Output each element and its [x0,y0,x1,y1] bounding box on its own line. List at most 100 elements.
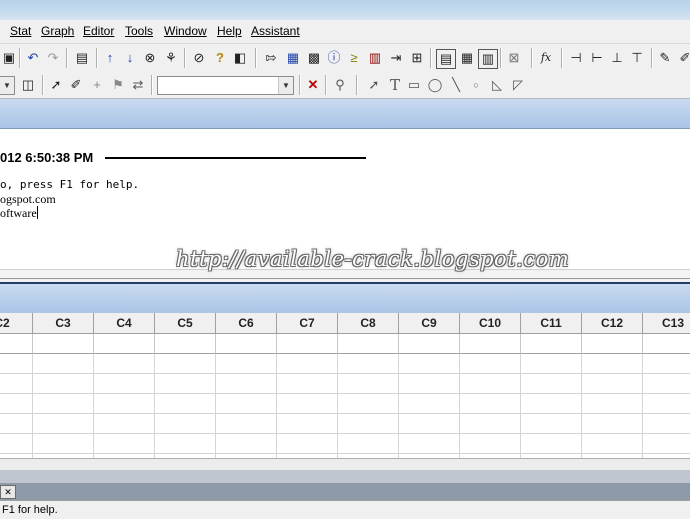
worksheet-cell[interactable] [521,434,582,454]
worksheet-cell[interactable] [216,394,277,414]
polyline-tool-icon[interactable]: ◺ [488,76,506,94]
select-pointer-icon[interactable]: ➚ [47,76,65,94]
column-name-cell[interactable] [216,334,277,354]
worksheet-cell[interactable] [460,414,521,434]
worksheet-cell[interactable] [399,434,460,454]
close-icon[interactable]: ✕ [0,485,16,499]
worksheet-cell[interactable] [521,394,582,414]
down-arrow-icon[interactable]: ↓ [121,49,139,67]
session-window-title-bar[interactable] [0,99,690,129]
worksheet-cell[interactable] [216,414,277,434]
menu-help[interactable]: Help [217,24,242,38]
worksheet-cell[interactable] [460,394,521,414]
edit-last-dialog-icon[interactable]: ▤ [73,49,91,67]
worksheet-grid[interactable]: C2C3C4C5C6C7C8C9C10C11C12C13 [0,313,690,458]
column-header[interactable]: C4 [94,313,155,334]
column-name-cell[interactable] [155,334,216,354]
polygon-tool-icon[interactable]: ◸ [509,76,527,94]
menu-graph[interactable]: Graph [41,24,74,38]
print-icon[interactable]: ▣ [0,49,18,67]
show-worksheets-icon[interactable]: ▦ [458,49,476,67]
worksheet-cell[interactable] [94,394,155,414]
show-session-icon[interactable]: ▤ [436,49,456,69]
worksheet-cell[interactable] [338,394,399,414]
worksheet-cell[interactable] [582,394,643,414]
help-icon[interactable]: ? [211,49,229,67]
worksheet-cell[interactable] [155,354,216,374]
flag-icon[interactable]: ⚑ [109,76,127,94]
column-name-cell[interactable] [460,334,521,354]
column-header[interactable]: C12 [582,313,643,334]
worksheet-cell[interactable] [338,434,399,454]
worksheet-cell[interactable] [0,414,33,434]
session-window-icon[interactable]: ⇰ [262,49,280,67]
column-header[interactable]: C6 [216,313,277,334]
worksheet-cell[interactable] [338,354,399,374]
worksheet-cell[interactable] [643,394,690,414]
column-header[interactable]: C8 [338,313,399,334]
brush-icon[interactable]: ✎ [656,49,674,67]
column-name-cell[interactable] [33,334,94,354]
worksheet-icon[interactable]: ▦ [284,49,302,67]
delete-icon[interactable]: ✕ [304,76,322,94]
zoom-icon[interactable]: ⚲ [331,76,349,94]
worksheet-cell[interactable] [338,374,399,394]
move-columns-icon[interactable]: ⊤ [628,49,646,67]
menu-assistant[interactable]: Assistant [251,24,300,38]
worksheet-cell[interactable] [399,374,460,394]
insert-rows-icon[interactable]: ⊢ [588,49,606,67]
cancel-icon[interactable]: ⊘ [190,49,208,67]
menu-stat[interactable]: Stat [10,24,31,38]
worksheet-cell[interactable] [94,374,155,394]
worksheet-cell[interactable] [216,434,277,454]
worksheet-cell[interactable] [155,434,216,454]
worksheet-cell[interactable] [643,354,690,374]
worksheet-cell[interactable] [643,434,690,454]
stat-guide-icon[interactable]: ◧ [231,49,249,67]
worksheet-cell[interactable] [582,374,643,394]
insert-cells-icon[interactable]: ⊣ [567,49,585,67]
worksheet-cell[interactable] [399,354,460,374]
menu-window[interactable]: Window [164,24,207,38]
worksheet-cell[interactable] [460,434,521,454]
show-graphs-icon[interactable]: ▥ [478,49,498,69]
worksheet-cell[interactable] [582,414,643,434]
find-replace-icon[interactable]: ⚘ [162,49,180,67]
calculator-icon[interactable]: fx [537,49,555,67]
marker-tool-icon[interactable]: ○ [467,76,485,94]
report-pad-icon[interactable]: ▥ [366,49,384,67]
worksheet-cell[interactable] [521,374,582,394]
worksheet-cell[interactable] [460,354,521,374]
column-header[interactable]: C9 [399,313,460,334]
column-header[interactable]: C10 [460,313,521,334]
worksheet-cell[interactable] [0,434,33,454]
set-id-variables-icon[interactable]: ✐ [676,49,690,67]
worksheet-cell[interactable] [277,414,338,434]
menu-tools[interactable]: Tools [125,24,153,38]
graph-folder-icon[interactable]: ▩ [305,49,323,67]
worksheet-cell[interactable] [216,354,277,374]
worksheet-cell[interactable] [94,354,155,374]
rectangle-tool-icon[interactable]: ▭ [405,76,423,94]
column-name-cell[interactable] [643,334,690,354]
close-all-graphs-icon[interactable]: ⊠ [505,49,523,67]
undo-icon[interactable]: ↶ [24,49,42,67]
brush-icon[interactable]: ✐ [67,76,85,94]
worksheet-cell[interactable] [155,374,216,394]
column-header[interactable]: C3 [33,313,94,334]
worksheet-cell[interactable] [94,414,155,434]
worksheet-cell[interactable] [0,374,33,394]
worksheet-cell[interactable] [0,394,33,414]
worksheet-cell[interactable] [582,434,643,454]
column-name-cell[interactable] [277,334,338,354]
redo-icon[interactable]: ↷ [44,49,62,67]
column-header[interactable]: C5 [155,313,216,334]
insert-columns-icon[interactable]: ⊥ [608,49,626,67]
worksheet-cell[interactable] [33,394,94,414]
worksheet-cell[interactable] [155,414,216,434]
history-icon[interactable]: ≥ [345,49,363,67]
find-binoculars-icon[interactable]: ⊗ [141,49,159,67]
worksheet-cell[interactable] [521,414,582,434]
text-tool-icon[interactable]: T [386,76,404,94]
worksheet-cell[interactable] [460,374,521,394]
